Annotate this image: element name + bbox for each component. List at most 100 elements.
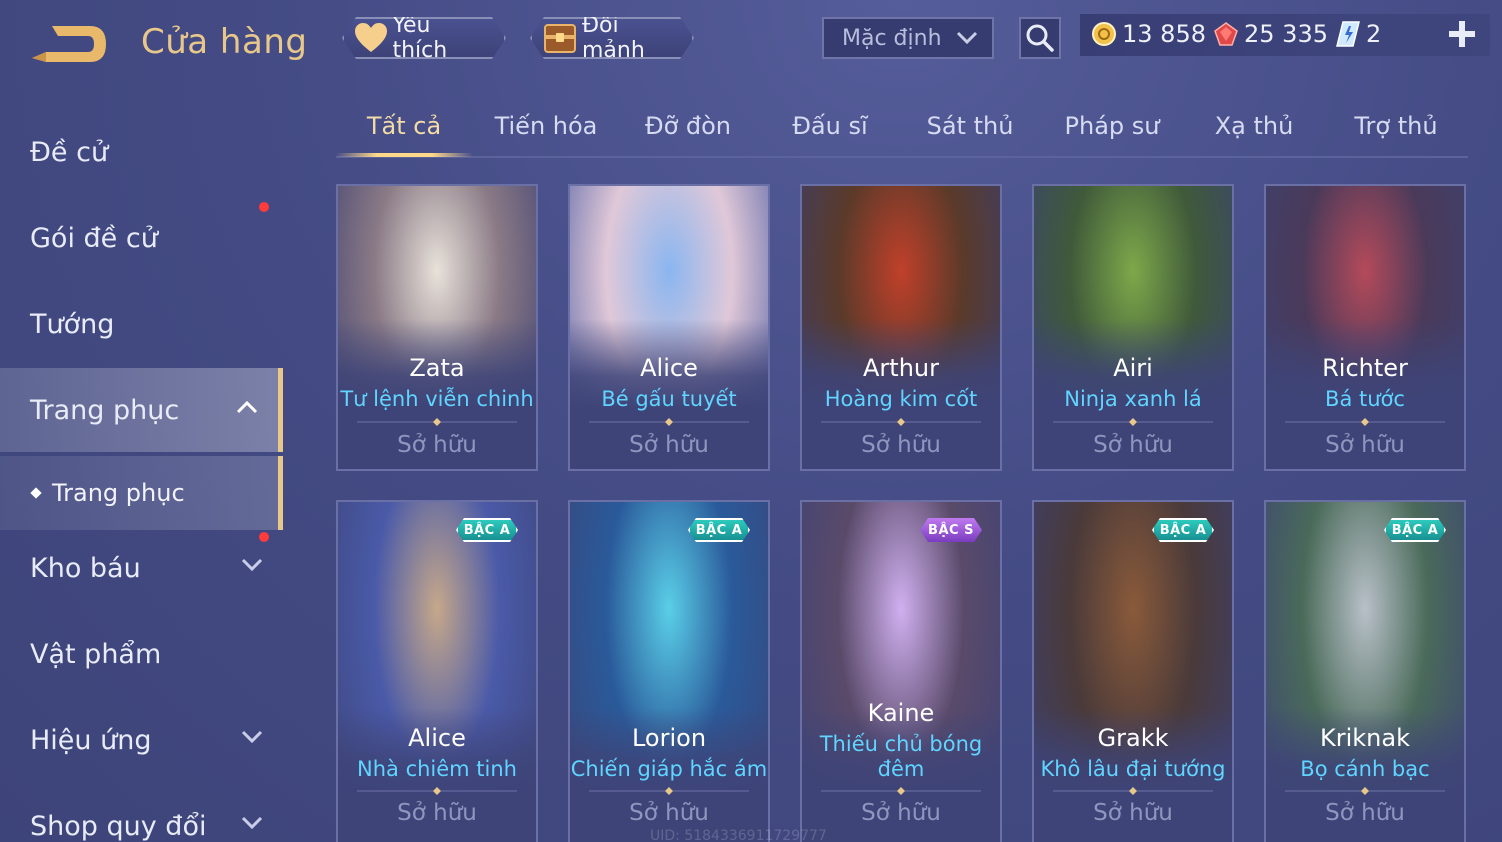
skin-name: Chiến giáp hắc ám (570, 757, 768, 781)
skin-name: Bọ cánh bạc (1300, 757, 1430, 781)
ownership-status: Sở hữu (397, 800, 477, 826)
sidebar-item-label: Đề cử (30, 136, 109, 168)
ownership-status: Sở hữu (629, 432, 709, 458)
sidebar-item-recommended-packs[interactable]: Gói đề cử (0, 198, 283, 278)
skin-card[interactable]: Zata Tư lệnh viễn chinh Sở hữu (336, 184, 538, 471)
divider-ornament (821, 418, 981, 426)
chevron-down-icon (241, 730, 263, 744)
tier-badge: BẬC A (456, 518, 518, 542)
back-button[interactable] (28, 20, 112, 68)
divider-ornament (821, 787, 981, 795)
back-arrow-icon (32, 26, 106, 62)
sidebar-item-label: Kho báu (30, 552, 141, 584)
tier-badge: BẬC A (688, 518, 750, 542)
skin-card[interactable]: Kaine Thiếu chủ bóng đêm Sở hữu BẬC S (800, 500, 1002, 842)
tab-fighter[interactable]: Đấu sĩ (762, 112, 898, 156)
sidebar-item-label: Tướng (30, 308, 115, 340)
skin-card[interactable]: Alice Nhà chiêm tinh Sở hữu BẬC A (336, 500, 538, 842)
exchange-fragments-button[interactable]: Đổi mảnh (530, 17, 694, 59)
hero-name: Zata (409, 354, 465, 382)
active-tab-indicator (336, 153, 473, 157)
sidebar-item-label: Trang phục (30, 394, 180, 426)
tab-marksman[interactable]: Xạ thủ (1186, 112, 1322, 156)
sort-value: Mặc định (842, 25, 942, 51)
sidebar-item-exchange-shop[interactable]: Shop quy đổi (0, 786, 283, 842)
tab-evolution[interactable]: Tiến hóa (478, 112, 614, 156)
ruby-balance: 25 335 (1212, 20, 1328, 48)
currency-bar: 13 858 25 335 2 (1080, 14, 1490, 56)
search-icon (1026, 24, 1054, 52)
tab-assassin[interactable]: Sát thủ (902, 112, 1038, 156)
sidebar: Đề cử Gói đề cử Tướng Trang phục Trang p… (0, 100, 285, 842)
sort-dropdown[interactable]: Mặc định (822, 17, 994, 59)
tab-tank[interactable]: Đỡ đòn (620, 112, 756, 156)
skin-card[interactable]: Arthur Hoàng kim cốt Sở hữu (800, 184, 1002, 471)
page-title: Cửa hàng (141, 22, 308, 62)
skin-name: Bá tước (1325, 387, 1405, 411)
favorites-button[interactable]: Yêu thích (342, 17, 506, 59)
fragments-label: Đổi mảnh (582, 13, 645, 63)
sidebar-item-skins[interactable]: Trang phục (0, 368, 283, 452)
sidebar-item-label: Hiệu ứng (30, 724, 152, 756)
sidebar-subitem-skins[interactable]: Trang phục (0, 456, 283, 530)
divider-ornament (1285, 418, 1445, 426)
tab-mage[interactable]: Pháp sư (1044, 112, 1180, 156)
ownership-status: Sở hữu (397, 432, 477, 458)
divider-ornament (357, 787, 517, 795)
voucher-value: 2 (1366, 20, 1382, 48)
heart-icon (354, 20, 388, 56)
hero-name: Airi (1113, 354, 1153, 382)
sidebar-item-label: Vật phẩm (30, 638, 162, 670)
tier-badge: BẬC A (1152, 518, 1214, 542)
ruby-value: 25 335 (1244, 20, 1328, 48)
add-currency-button[interactable] (1446, 18, 1478, 50)
hero-name: Alice (640, 354, 698, 382)
skin-name: Hoàng kim cốt (824, 387, 978, 411)
sidebar-item-recommended[interactable]: Đề cử (0, 112, 283, 192)
sidebar-item-label: Gói đề cử (30, 222, 158, 254)
user-id: UID: 5184336911729777 (650, 828, 827, 842)
search-button[interactable] (1019, 17, 1061, 59)
skin-name: Ninja xanh lá (1064, 387, 1202, 411)
hero-name: Arthur (863, 354, 939, 382)
skin-card[interactable]: Airi Ninja xanh lá Sở hữu (1032, 184, 1234, 471)
hero-name: Grakk (1097, 724, 1169, 752)
skin-grid: Zata Tư lệnh viễn chinh Sở hữu Alice Bé gấu … (336, 184, 1468, 842)
category-tabs: Tất cả Tiến hóa Đỡ đòn Đấu sĩ Sát thủ Ph… (336, 100, 1468, 158)
chevron-down-icon (241, 558, 263, 572)
tab-support[interactable]: Trợ thủ (1328, 112, 1464, 156)
ownership-status: Sở hữu (861, 432, 941, 458)
tier-badge: BẬC S (920, 518, 982, 542)
hero-name: Richter (1322, 354, 1408, 382)
treasure-chest-icon (542, 20, 578, 56)
gold-coin-icon (1090, 20, 1118, 48)
divider-ornament (1053, 787, 1213, 795)
notification-dot (259, 532, 269, 542)
notification-dot (259, 202, 269, 212)
gold-balance: 13 858 (1090, 20, 1206, 48)
ownership-status: Sở hữu (629, 800, 709, 826)
ownership-status: Sở hữu (1093, 800, 1173, 826)
skin-name: Khô lâu đại tướng (1040, 757, 1226, 781)
ownership-status: Sở hữu (1325, 432, 1405, 458)
sidebar-item-label: Shop quy đổi (30, 810, 207, 842)
divider-ornament (1285, 787, 1445, 795)
skin-card[interactable]: Alice Bé gấu tuyết Sở hữu (568, 184, 770, 471)
bullet-icon (30, 487, 42, 499)
ownership-status: Sở hữu (1093, 432, 1173, 458)
sidebar-item-treasure[interactable]: Kho báu (0, 528, 283, 608)
sidebar-item-heroes[interactable]: Tướng (0, 284, 283, 364)
sidebar-item-effects[interactable]: Hiệu ứng (0, 700, 283, 780)
skin-card[interactable]: Richter Bá tước Sở hữu (1264, 184, 1466, 471)
sidebar-item-items[interactable]: Vật phẩm (0, 614, 283, 694)
hero-name: Kaine (867, 699, 935, 727)
skin-card[interactable]: Grakk Khô lâu đại tướng Sở hữu BẬC A (1032, 500, 1234, 842)
hero-name: Kriknak (1320, 724, 1410, 752)
tab-all[interactable]: Tất cả (336, 112, 472, 156)
divider-ornament (589, 418, 749, 426)
skin-name: Bé gấu tuyết (601, 387, 737, 411)
skin-card[interactable]: Lorion Chiến giáp hắc ám Sở hữu BẬC A (568, 500, 770, 842)
skin-card[interactable]: Kriknak Bọ cánh bạc Sở hữu BẬC A (1264, 500, 1466, 842)
hero-name: Lorion (631, 724, 707, 752)
skin-name: Thiếu chủ bóng đêm (819, 732, 983, 781)
